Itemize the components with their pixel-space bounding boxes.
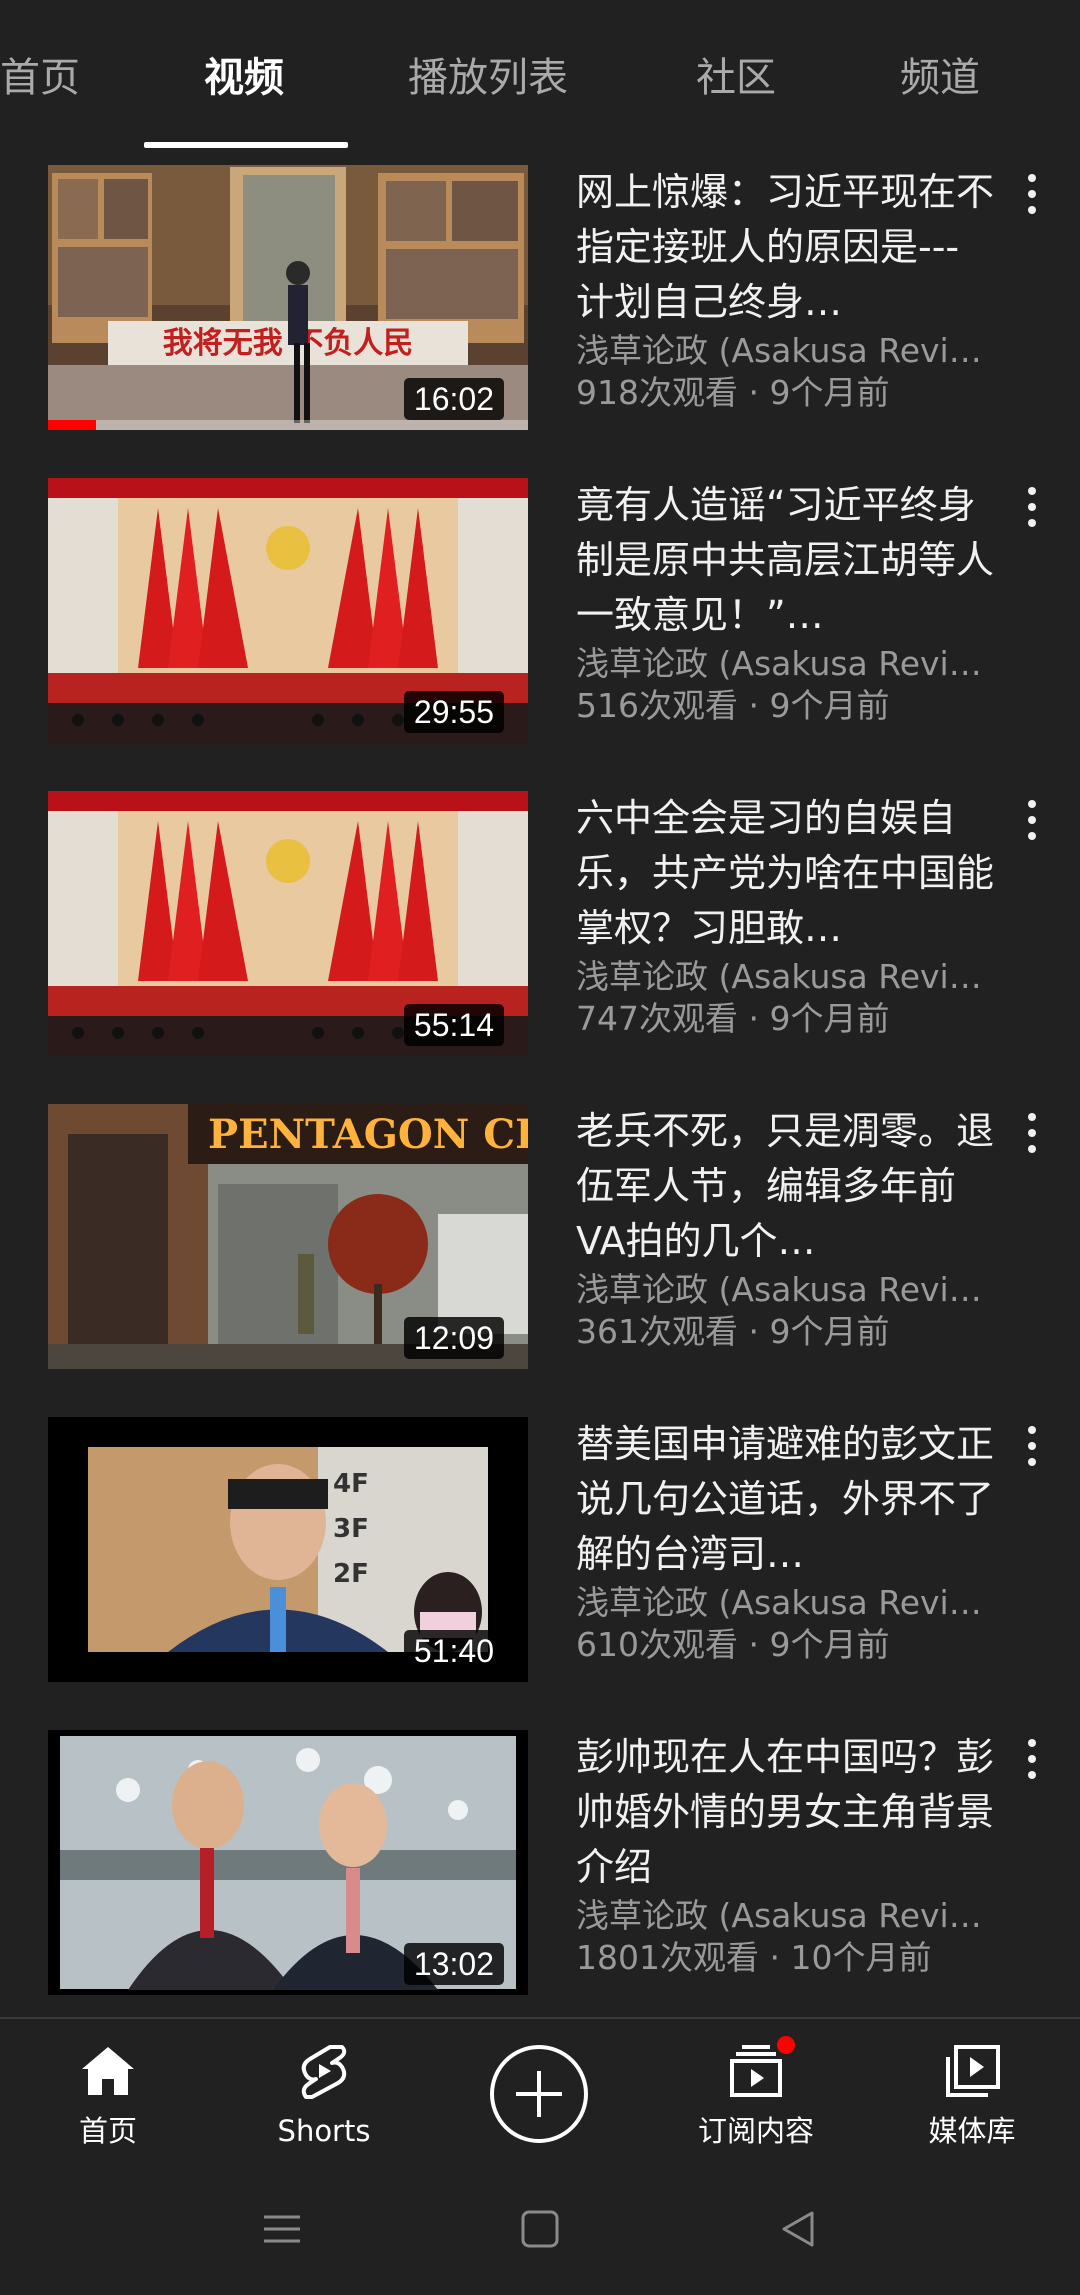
video-title[interactable]: 老兵不死，只是凋零。退伍军人节，编辑多年前VA拍的几个… (576, 1104, 996, 1269)
more-options-icon[interactable] (1020, 1424, 1044, 1468)
video-thumbnail[interactable]: 55:14 (48, 791, 528, 1056)
active-tab-indicator (144, 142, 348, 148)
video-duration: 13:02 (403, 1943, 504, 1985)
video-channel: 浅草论政 (Asakusa Revi… (576, 1270, 982, 1309)
nav-subscriptions[interactable]: 订阅内容 (666, 2019, 846, 2169)
home-square-icon[interactable] (518, 2207, 562, 2251)
video-info[interactable]: 网上惊爆：习近平现在不指定接班人的原因是---计划自己终身… 浅草论政 (Asa… (576, 165, 996, 414)
tab-videos[interactable]: 视频 (204, 52, 284, 104)
video-info[interactable]: 竟有人造谣“习近平终身制是原中共高层江胡等人一致意见！”… 浅草论政 (Asak… (576, 478, 996, 727)
home-icon (82, 2047, 134, 2095)
video-stats: 747次观看 · 9个月前 (576, 999, 890, 1038)
video-row[interactable]: 13:02 彭帅现在人在中国吗？彭帅婚外情的男女主角背景介绍 浅草论政 (Asa… (0, 1715, 1080, 2028)
video-row[interactable]: 29:55 竟有人造谣“习近平终身制是原中共高层江胡等人一致意见！”… 浅草论政… (0, 463, 1080, 776)
tab-playlists[interactable]: 播放列表 (408, 52, 568, 104)
back-triangle-icon[interactable] (776, 2207, 820, 2251)
video-channel: 浅草论政 (Asakusa Revi… (576, 1583, 982, 1622)
nav-shorts-label: Shorts (277, 2114, 371, 2148)
library-icon (946, 2045, 1000, 2097)
thumb-floor-label: 2F (333, 1559, 369, 1589)
more-options-icon[interactable] (1020, 1111, 1044, 1155)
nav-shorts[interactable]: Shorts (234, 2019, 414, 2169)
thumb-floor-label: 4F (333, 1469, 369, 1499)
nav-home[interactable]: 首页 (18, 2019, 198, 2169)
menu-icon[interactable] (260, 2207, 304, 2251)
more-options-icon[interactable] (1020, 172, 1044, 216)
video-stats: 361次观看 · 9个月前 (576, 1312, 890, 1351)
system-navigation-bar (0, 2167, 1080, 2295)
tab-channels[interactable]: 频道 (900, 52, 980, 104)
video-title[interactable]: 六中全会是习的自娱自乐，共产党为啥在中国能掌权？习胆敢… (576, 791, 996, 956)
watch-progress-fill (48, 420, 96, 430)
video-title[interactable]: 竟有人造谣“习近平终身制是原中共高层江胡等人一致意见！”… (576, 478, 996, 643)
video-stats: 610次观看 · 9个月前 (576, 1625, 890, 1664)
video-channel: 浅草论政 (Asakusa Revi… (576, 331, 982, 370)
video-title[interactable]: 彭帅现在人在中国吗？彭帅婚外情的男女主角背景介绍 (576, 1730, 996, 1895)
more-options-icon[interactable] (1020, 1737, 1044, 1781)
nav-library[interactable]: 媒体库 (882, 2019, 1062, 2169)
more-options-icon[interactable] (1020, 798, 1044, 842)
video-channel: 浅草论政 (Asakusa Revi… (576, 957, 982, 996)
video-duration: 55:14 (403, 1004, 504, 1046)
video-info[interactable]: 彭帅现在人在中国吗？彭帅婚外情的男女主角背景介绍 浅草论政 (Asakusa R… (576, 1730, 996, 1979)
video-title[interactable]: 替美国申请避难的彭文正说几句公道话，外界不了解的台湾司… (576, 1417, 996, 1582)
video-info[interactable]: 六中全会是习的自娱自乐，共产党为啥在中国能掌权？习胆敢… 浅草论政 (Asaku… (576, 791, 996, 1040)
video-thumbnail[interactable]: 我将无我 不负人民 16:02 (48, 165, 528, 430)
video-row[interactable]: 4F 3F 2F 51:40 替美国申请避难的彭文正说几句公道话，外界不了解的台… (0, 1402, 1080, 1715)
create-plus-icon[interactable] (490, 2045, 588, 2143)
video-row[interactable]: 55:14 六中全会是习的自娱自乐，共产党为啥在中国能掌权？习胆敢… 浅草论政 … (0, 776, 1080, 1089)
video-duration: 12:09 (403, 1317, 504, 1359)
thumb-floor-label: 3F (333, 1514, 369, 1544)
video-thumbnail[interactable]: 13:02 (48, 1730, 528, 1995)
video-thumbnail[interactable]: 4F 3F 2F 51:40 (48, 1417, 528, 1682)
video-channel: 浅草论政 (Asakusa Revi… (576, 1896, 982, 1935)
thumb-sign-text: PENTAGON CI (208, 1111, 528, 1158)
video-stats: 918次观看 · 9个月前 (576, 373, 890, 412)
nav-subscriptions-label: 订阅内容 (697, 2114, 814, 2148)
notification-dot (774, 2033, 798, 2057)
video-stats: 516次观看 · 9个月前 (576, 686, 890, 725)
video-title[interactable]: 网上惊爆：习近平现在不指定接班人的原因是---计划自己终身… (576, 165, 996, 330)
nav-home-label: 首页 (78, 2114, 137, 2148)
video-info[interactable]: 替美国申请避难的彭文正说几句公道话，外界不了解的台湾司… 浅草论政 (Asaku… (576, 1417, 996, 1666)
video-duration: 29:55 (403, 691, 504, 733)
video-duration: 16:02 (403, 378, 504, 420)
video-row[interactable]: 我将无我 不负人民 16:02 网上惊爆：习近平现在不指定接班人的原因是---计… (0, 150, 1080, 463)
more-options-icon[interactable] (1020, 485, 1044, 529)
tab-community[interactable]: 社区 (696, 52, 776, 104)
video-stats: 1801次观看 · 10个月前 (576, 1938, 932, 1977)
video-info[interactable]: 老兵不死，只是凋零。退伍军人节，编辑多年前VA拍的几个… 浅草论政 (Asaku… (576, 1104, 996, 1353)
video-duration: 51:40 (403, 1630, 504, 1672)
channel-tabs: 首页 视频 播放列表 社区 频道 (0, 0, 1080, 150)
video-thumbnail[interactable]: PENTAGON CI 12:09 (48, 1104, 528, 1369)
video-channel: 浅草论政 (Asakusa Revi… (576, 644, 982, 683)
video-row[interactable]: PENTAGON CI 12:09 老兵不死，只是凋零。退伍军人节，编辑多年前V… (0, 1089, 1080, 1402)
shorts-icon (301, 2045, 347, 2099)
bottom-navigation: 首页 Shorts 订阅内容 媒体库 (0, 2017, 1080, 2167)
tab-home[interactable]: 首页 (0, 52, 80, 104)
watch-progress-bar (48, 420, 528, 430)
nav-library-label: 媒体库 (928, 2114, 1016, 2148)
video-thumbnail[interactable]: 29:55 (48, 478, 528, 743)
